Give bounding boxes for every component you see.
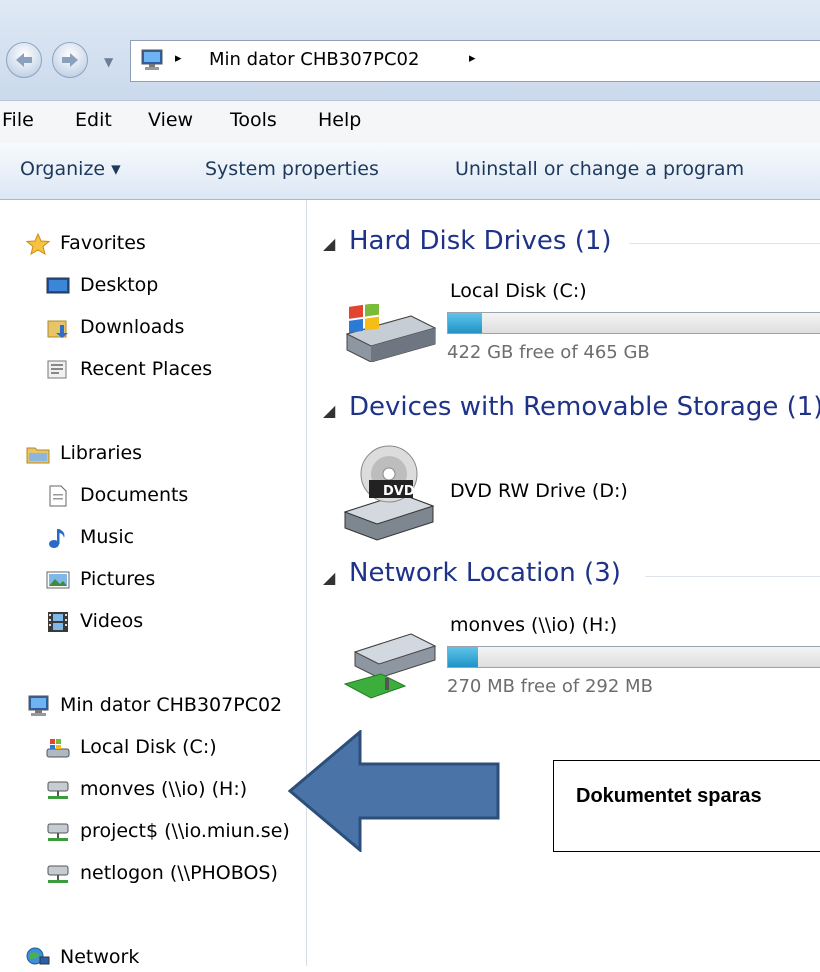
nav-documents[interactable]: Documents xyxy=(46,480,188,510)
nav-label: Recent Places xyxy=(80,358,213,380)
navigation-pane: Favorites Desktop Downloads Recent Place… xyxy=(0,200,307,968)
nav-label: Favorites xyxy=(60,232,146,254)
drive-usage-bar xyxy=(447,646,820,668)
pictures-icon xyxy=(46,571,70,588)
address-box[interactable]: ▸ Min dator CHB307PC02 ▸ xyxy=(130,40,820,82)
address-bar-area: ▼ ▸ Min dator CHB307PC02 ▸ xyxy=(0,0,820,100)
drive-name: monves (\\io) (H:) xyxy=(450,614,618,636)
network-drive-icon xyxy=(343,633,437,699)
menu-view[interactable]: View xyxy=(148,109,193,131)
documents-icon xyxy=(49,485,67,506)
annotation-callout: Dokumentet sparas xyxy=(553,760,820,852)
videos-film-icon xyxy=(48,611,68,632)
drive-usage-fill xyxy=(448,647,478,667)
collapse-triangle-icon[interactable]: ◢ xyxy=(323,568,335,587)
local-disk-icon xyxy=(46,738,70,757)
drive-dvd-rw-d[interactable]: DVD DVD RW Drive (D:) xyxy=(339,436,820,546)
menu-bar: File Edit View Tools Help xyxy=(0,100,820,144)
menu-help[interactable]: Help xyxy=(318,109,361,131)
nav-label: Libraries xyxy=(60,442,143,464)
drive-name: DVD RW Drive (D:) xyxy=(450,480,628,502)
drive-name: Local Disk (C:) xyxy=(450,280,587,302)
nav-label: Pictures xyxy=(80,568,156,590)
nav-music[interactable]: Music xyxy=(46,522,134,552)
group-network-location[interactable]: Network Location (3) xyxy=(349,558,621,588)
nav-label: Downloads xyxy=(80,316,185,338)
breadcrumb-computer[interactable]: Min dator CHB307PC02 xyxy=(209,49,419,70)
nav-network[interactable]: Network xyxy=(26,942,139,972)
nav-label: Documents xyxy=(80,484,189,506)
nav-label: Music xyxy=(80,526,135,548)
network-drive-icon xyxy=(47,865,69,883)
desktop-icon xyxy=(46,277,70,293)
music-note-icon xyxy=(49,528,65,548)
nav-label: Min dator CHB307PC02 xyxy=(60,694,283,716)
nav-label: Videos xyxy=(80,610,144,632)
menu-file[interactable]: File xyxy=(2,109,34,131)
recent-places-icon xyxy=(47,360,67,378)
nav-netlogon-drive[interactable]: netlogon (\\PHOBOS) xyxy=(46,858,304,888)
collapse-triangle-icon[interactable]: ◢ xyxy=(323,234,335,253)
nav-pictures[interactable]: Pictures xyxy=(46,564,155,594)
drive-local-disk-c[interactable]: Local Disk (C:) 422 GB free of 465 GB xyxy=(339,270,820,370)
recent-pages-dropdown-icon[interactable]: ▼ xyxy=(104,55,113,69)
nav-label: netlogon (\\PHOBOS) xyxy=(80,862,278,884)
group-hard-disk-drives[interactable]: Hard Disk Drives (1) xyxy=(349,226,612,256)
nav-label: Desktop xyxy=(80,274,159,296)
back-button[interactable] xyxy=(6,42,42,78)
nav-label: Local Disk (C:) xyxy=(80,736,217,758)
callout-text: Dokumentet sparas xyxy=(576,785,762,807)
nav-computer[interactable]: Min dator CHB307PC02 xyxy=(26,690,304,720)
computer-icon xyxy=(141,49,163,70)
drive-free-space: 270 MB free of 292 MB xyxy=(447,676,653,697)
drive-free-space: 422 GB free of 465 GB xyxy=(447,342,650,363)
nav-downloads[interactable]: Downloads xyxy=(46,312,184,342)
nav-recent-places[interactable]: Recent Places xyxy=(46,354,212,384)
hard-disk-icon xyxy=(345,304,437,362)
menu-tools[interactable]: Tools xyxy=(230,109,277,131)
annotation-arrow-icon xyxy=(288,730,500,852)
forward-button[interactable] xyxy=(52,42,88,78)
group-divider xyxy=(645,576,820,577)
nav-libraries[interactable]: Libraries xyxy=(26,438,142,468)
network-globe-icon xyxy=(26,947,50,964)
nav-local-disk[interactable]: Local Disk (C:) xyxy=(46,732,304,762)
nav-monves-drive[interactable]: monves (\\io) (H:) xyxy=(46,774,304,804)
star-icon xyxy=(26,232,50,255)
system-properties-button[interactable]: System properties xyxy=(205,158,379,180)
dvd-label: DVD xyxy=(383,484,415,499)
menu-edit[interactable]: Edit xyxy=(75,109,112,131)
drive-usage-bar xyxy=(447,312,820,334)
forward-arrow-icon xyxy=(62,53,78,67)
nav-label: Network xyxy=(60,946,140,968)
command-bar: Organize ▾ System properties Uninstall o… xyxy=(0,143,820,200)
nav-desktop[interactable]: Desktop xyxy=(46,270,158,300)
nav-label: monves (\\io) (H:) xyxy=(80,778,248,800)
collapse-triangle-icon[interactable]: ◢ xyxy=(323,401,335,420)
nav-project-drive[interactable]: project$ (\\io.miun.se) xyxy=(46,816,304,846)
breadcrumb-chevron-icon[interactable]: ▸ xyxy=(175,51,182,66)
computer-icon xyxy=(28,695,49,716)
uninstall-program-button[interactable]: Uninstall or change a program xyxy=(455,158,744,180)
organize-button[interactable]: Organize ▾ xyxy=(20,158,121,180)
drive-monves-h[interactable]: monves (\\io) (H:) 270 MB free of 292 MB xyxy=(339,606,820,706)
group-removable-storage[interactable]: Devices with Removable Storage (1) xyxy=(349,392,820,422)
nav-label: project$ (\\io.miun.se) xyxy=(80,820,290,842)
downloads-folder-icon xyxy=(47,320,68,338)
network-drive-icon xyxy=(47,781,69,799)
drive-usage-fill xyxy=(448,313,482,333)
group-divider xyxy=(629,243,820,244)
network-drive-icon xyxy=(47,823,69,841)
libraries-icon xyxy=(26,447,50,463)
back-arrow-icon xyxy=(16,53,32,67)
nav-favorites[interactable]: Favorites xyxy=(26,228,146,258)
nav-videos[interactable]: Videos xyxy=(46,606,143,636)
breadcrumb-chevron-icon[interactable]: ▸ xyxy=(469,51,476,66)
